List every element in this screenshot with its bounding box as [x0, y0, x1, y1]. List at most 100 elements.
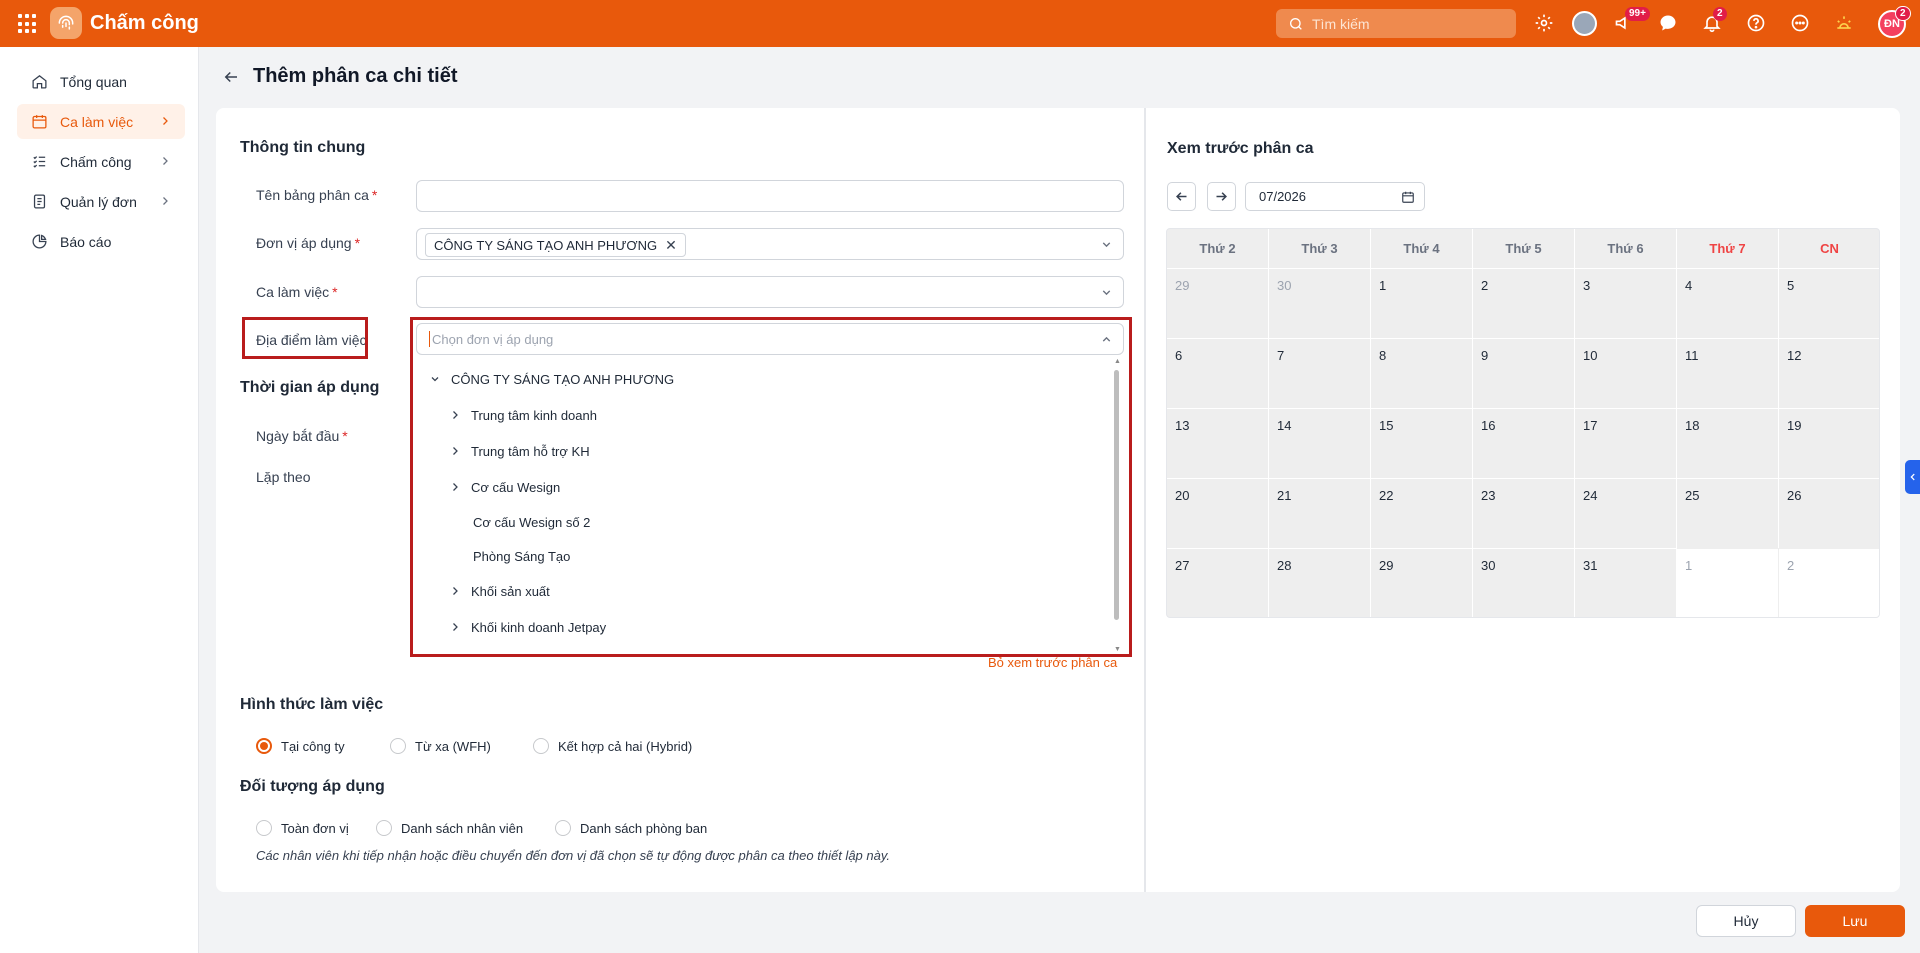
day-cell: 21: [1269, 478, 1371, 548]
prev-month-button[interactable]: [1167, 182, 1196, 211]
work-form-option[interactable]: Kết hợp cả hai (Hybrid): [533, 738, 692, 754]
day-cell: 3: [1575, 268, 1677, 338]
search-input[interactable]: [1312, 15, 1502, 32]
day-cell: 13: [1167, 408, 1269, 478]
unit-field-label: Đơn vị áp dụng *: [256, 235, 361, 251]
remove-tag-icon[interactable]: ✕: [665, 237, 677, 254]
save-button[interactable]: Lưu: [1805, 905, 1905, 937]
page-title: Thêm phân ca chi tiết: [253, 65, 458, 87]
weekday-header: Thứ 4: [1371, 229, 1473, 268]
day-cell: 26: [1779, 478, 1879, 548]
day-cell: 24: [1575, 478, 1677, 548]
day-cell: 29: [1371, 548, 1473, 617]
arrow-left-icon: [1176, 192, 1187, 201]
target-option[interactable]: Danh sách nhân viên: [376, 820, 523, 836]
next-month-button[interactable]: [1207, 182, 1236, 211]
work-form-option[interactable]: Tại công ty: [256, 738, 345, 754]
radio-selected[interactable]: [256, 738, 272, 754]
repeat-label: Lặp theo: [256, 469, 311, 485]
weekday-header: Thứ 6: [1575, 229, 1677, 268]
target-option[interactable]: Danh sách phòng ban: [555, 820, 707, 836]
radio-label: Danh sách phòng ban: [580, 820, 708, 836]
chat-icon[interactable]: [1657, 12, 1679, 34]
sidebar-item-label: Chấm công: [60, 153, 132, 170]
hide-preview-link[interactable]: Bỏ xem trước phân ca: [988, 655, 1117, 670]
day-cell: 30: [1473, 548, 1575, 617]
day-cell: 8: [1371, 338, 1473, 408]
sidebar-item-shifts[interactable]: Ca làm việc: [17, 104, 185, 139]
day-cell: 12: [1779, 338, 1879, 408]
chevron-down-icon: [1102, 290, 1111, 296]
home-icon: [32, 75, 47, 89]
target-option[interactable]: Toàn đơn vị: [256, 820, 349, 836]
radio-label: Danh sách nhân viên: [401, 820, 524, 836]
sidebar-item-requests[interactable]: Quản lý đơn: [17, 184, 185, 219]
radio[interactable]: [555, 820, 571, 836]
sidebar-item-label: Báo cáo: [60, 233, 112, 250]
radio[interactable]: [533, 738, 549, 754]
search-box[interactable]: [1276, 9, 1516, 38]
general-section-title: Thông tin chung: [240, 139, 366, 156]
target-hint: Các nhân viên khi tiếp nhận hoặc điều ch…: [256, 848, 890, 863]
day-cell: 31: [1575, 548, 1677, 617]
help-icon[interactable]: [1745, 12, 1767, 34]
settings-gear-icon[interactable]: [1533, 12, 1555, 34]
day-cell: 5: [1779, 268, 1879, 338]
chevron-right-icon: [163, 117, 168, 125]
unit-select[interactable]: CÔNG TY SÁNG TẠO ANH PHƯƠNG ✕: [416, 228, 1124, 260]
weekday-header-saturday: Thứ 7: [1677, 229, 1779, 268]
day-cell: 16: [1473, 408, 1575, 478]
radio[interactable]: [376, 820, 392, 836]
schedule-name-input[interactable]: [416, 180, 1124, 212]
radio-label: Toàn đơn vị: [281, 820, 349, 836]
day-cell: 25: [1677, 478, 1779, 548]
day-cell-outside: 1: [1677, 548, 1779, 617]
user-avatar-badge: 2: [1895, 6, 1911, 21]
radio[interactable]: [256, 820, 272, 836]
sunrise-icon[interactable]: [1833, 12, 1855, 34]
selected-unit-tag: CÔNG TY SÁNG TẠO ANH PHƯƠNG ✕: [425, 233, 686, 257]
month-value: 07/2026: [1259, 189, 1306, 204]
day-cell: 17: [1575, 408, 1677, 478]
chevron-left-icon: [1909, 473, 1915, 481]
sidebar-item-overview[interactable]: Tổng quan: [17, 64, 185, 99]
user-photo-avatar[interactable]: [1572, 11, 1597, 36]
day-cell: 6: [1167, 338, 1269, 408]
work-form-option[interactable]: Từ xa (WFH): [390, 738, 491, 754]
work-form-section-title: Hình thức làm việc: [240, 696, 384, 713]
sidebar-item-timekeeping[interactable]: Chấm công: [17, 144, 185, 179]
side-panel-toggle[interactable]: [1905, 460, 1920, 494]
cancel-button[interactable]: Hủy: [1696, 905, 1796, 937]
radio[interactable]: [390, 738, 406, 754]
month-picker[interactable]: 07/2026: [1245, 182, 1425, 211]
back-arrow-icon[interactable]: [222, 68, 240, 86]
sidebar-item-label: Ca làm việc: [60, 113, 134, 130]
shift-select[interactable]: [416, 276, 1124, 308]
chevron-right-icon: [163, 197, 168, 205]
more-icon[interactable]: [1789, 12, 1811, 34]
day-cell: 22: [1371, 478, 1473, 548]
app-name: Chấm công: [90, 12, 199, 34]
target-section-title: Đối tượng áp dụng: [240, 778, 385, 795]
apps-grid-icon[interactable]: [18, 14, 38, 34]
time-section-title: Thời gian áp dụng: [240, 379, 380, 396]
bell-icon[interactable]: 2: [1701, 7, 1727, 34]
calendar-icon: [32, 115, 47, 129]
sidebar: Tổng quan Ca làm việc Chấm công Quản lý …: [0, 47, 199, 953]
day-cell: 2: [1473, 268, 1575, 338]
day-cell: 18: [1677, 408, 1779, 478]
day-cell: 14: [1269, 408, 1371, 478]
sidebar-item-reports[interactable]: Báo cáo: [17, 224, 185, 259]
checklist-icon: [33, 156, 46, 168]
megaphone-icon[interactable]: 99+: [1613, 7, 1650, 34]
location-label-highlight: [242, 317, 368, 359]
weekday-header-sunday: CN: [1779, 229, 1879, 268]
preview-title: Xem trước phân ca: [1167, 140, 1314, 157]
megaphone-badge: 99+: [1625, 7, 1650, 21]
search-icon: [1290, 17, 1302, 30]
pie-chart-icon: [32, 234, 47, 249]
day-cell: 19: [1779, 408, 1879, 478]
day-cell: 27: [1167, 548, 1269, 617]
top-bar: Chấm công 99+ 2 ĐN 2: [0, 0, 1920, 47]
location-dropdown-highlight: [410, 317, 1132, 657]
